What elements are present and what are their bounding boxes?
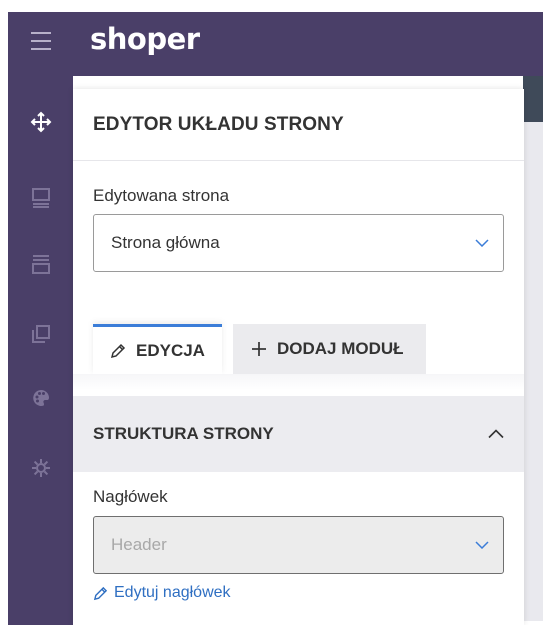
pencil-icon (110, 343, 126, 358)
layout-editor-panel: EDYTOR UKŁADU STRONY Edytowana strona St… (73, 89, 524, 625)
edit-header-link[interactable]: Edytuj nagłówek (93, 584, 231, 602)
edited-page-label: Edytowana strona (93, 186, 230, 205)
tab-edycja-label: EDYCJA (136, 340, 205, 360)
panel-header: EDYTOR UKŁADU STRONY (73, 89, 524, 161)
top-bar: shoper (73, 12, 543, 76)
sidebar (8, 12, 73, 625)
chevron-up-icon[interactable] (488, 429, 504, 439)
palette-icon[interactable] (8, 378, 73, 418)
app-frame: shoper EDYTOR UKŁADU STRONY Edytowana st… (8, 12, 543, 625)
gear-icon[interactable] (8, 448, 73, 488)
chevron-down-icon (475, 541, 489, 549)
chevron-down-icon (475, 239, 489, 247)
layout-icon[interactable] (8, 178, 73, 218)
page-structure-section[interactable]: STRUKTURA STRONY (73, 396, 524, 472)
tab-dodaj-modul[interactable]: DODAJ MODUŁ (233, 324, 426, 374)
tab-edycja[interactable]: EDYCJA (93, 324, 222, 374)
move-arrows-icon[interactable] (8, 102, 73, 142)
preview-toolbar (523, 76, 543, 122)
rows-icon[interactable] (8, 244, 73, 284)
menu-icon[interactable] (8, 21, 73, 61)
tab-dodaj-modul-label: DODAJ MODUŁ (277, 339, 404, 358)
shoper-logo[interactable]: shoper (90, 22, 200, 56)
header-label: Nagłówek (93, 487, 168, 506)
tabs-divider (73, 374, 524, 390)
header-select[interactable]: Header (93, 516, 504, 574)
section-title: STRUKTURA STRONY (93, 424, 274, 443)
edited-page-value: Strona główna (111, 233, 220, 252)
pencil-icon (93, 586, 108, 600)
preview-area (523, 76, 543, 621)
plus-icon (252, 342, 266, 356)
pages-icon[interactable] (8, 314, 73, 354)
edited-page-select[interactable]: Strona główna (93, 214, 504, 272)
panel-title: EDYTOR UKŁADU STRONY (93, 113, 344, 135)
edit-header-link-label: Edytuj nagłówek (114, 584, 231, 601)
header-value: Header (111, 535, 167, 554)
